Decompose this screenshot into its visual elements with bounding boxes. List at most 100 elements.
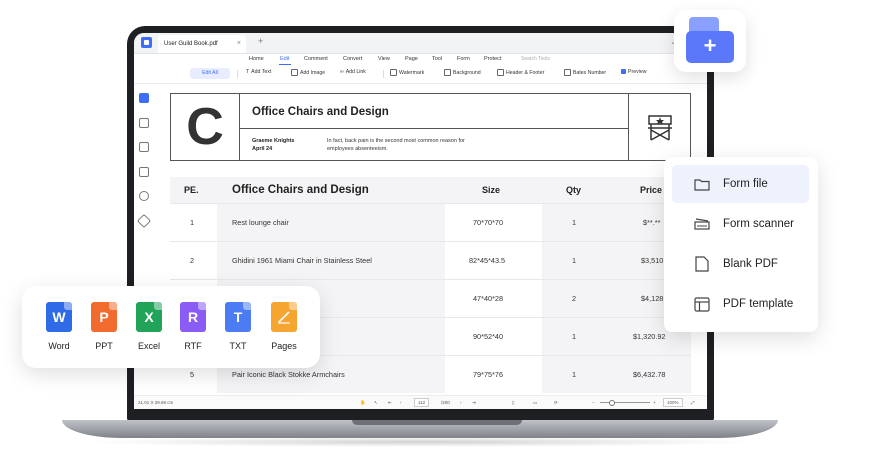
prev-page-icon[interactable]: ‹ <box>400 400 402 405</box>
menu-tool[interactable]: Tool <box>432 56 442 62</box>
fit-page-icon[interactable]: ▭ <box>533 400 537 406</box>
zoom-slider-handle[interactable] <box>609 400 615 406</box>
create-form-file-label: Form file <box>723 178 768 190</box>
create-blank-pdf-label: Blank PDF <box>723 258 778 270</box>
author-name: Graeme Knights <box>252 138 295 144</box>
cell-qty: 1 <box>572 256 577 265</box>
create-pdf-template[interactable]: PDF template <box>672 285 809 323</box>
convert-word[interactable]: W Word <box>39 302 79 351</box>
page-number-input[interactable]: 112 <box>414 398 430 407</box>
create-blank-pdf[interactable]: Blank PDF <box>672 245 809 283</box>
add-image-button[interactable]: Add Image <box>291 69 325 76</box>
create-form-file[interactable]: Form file <box>672 165 809 203</box>
table-row[interactable]: 2 Ghidini 1961 Miami Chair in Stainless … <box>170 241 691 280</box>
convert-ppt-label: PPT <box>95 341 113 351</box>
table-header: PE. Office Chairs and Design Size Qty Pr… <box>170 177 691 203</box>
select-tool-icon[interactable]: ↖ <box>374 400 378 406</box>
author-date: April 24 <box>252 146 273 152</box>
cell-size: 79*75*76 <box>473 370 504 379</box>
menu-home[interactable]: Home <box>249 56 264 62</box>
blank-page-icon <box>695 256 709 272</box>
add-folder-icon: + <box>686 31 734 63</box>
create-pdf-badge[interactable]: + <box>674 10 746 72</box>
menu-convert[interactable]: Convert <box>343 56 362 62</box>
document-author[interactable]: Graeme Knights April 24 <box>252 137 294 153</box>
first-page-icon[interactable]: ⇤ <box>388 400 392 406</box>
next-page-icon[interactable]: › <box>460 400 462 405</box>
thumbnails-icon[interactable] <box>139 93 149 103</box>
zoom-level[interactable]: 100% <box>663 398 683 407</box>
hand-tool-icon[interactable]: ✋ <box>360 400 366 406</box>
cell-price: $1,320.92 <box>633 332 666 341</box>
header-footer-button[interactable]: Header & Footer <box>497 69 544 76</box>
create-form-scanner[interactable]: Form scanner <box>672 205 809 243</box>
header-qty: Qty <box>566 185 582 195</box>
rotate-icon[interactable]: ⟳ <box>554 400 558 406</box>
view-mode-icon[interactable]: ▯ <box>512 400 514 406</box>
bookmark-icon[interactable] <box>139 118 149 128</box>
convert-pages[interactable]: Pages <box>264 302 304 351</box>
add-link-label: Add Link <box>345 69 366 75</box>
menu-form[interactable]: Form <box>457 56 470 62</box>
convert-excel[interactable]: X Excel <box>129 302 169 351</box>
excel-icon: X <box>136 302 162 332</box>
document-logo-letter: C <box>171 94 240 160</box>
app-logo-icon <box>141 37 152 48</box>
zoom-slider[interactable] <box>600 402 650 403</box>
director-chair-icon-cell <box>628 94 691 160</box>
page-total: /200 <box>441 400 450 405</box>
document-description[interactable]: In fact, back pain is the second most co… <box>327 137 487 153</box>
header-footer-label: Header & Footer <box>506 69 545 76</box>
divider <box>237 70 238 78</box>
last-page-icon[interactable]: ⇥ <box>472 400 476 406</box>
menu-view[interactable]: View <box>378 56 390 62</box>
close-icon[interactable]: × <box>237 35 241 53</box>
add-text-button[interactable]: T Add Text <box>246 69 271 75</box>
menu-edit[interactable]: Edit <box>280 56 289 62</box>
cell-name: Ghidini 1961 Miami Chair in Stainless St… <box>232 256 372 265</box>
word-icon: W <box>46 302 72 332</box>
background-button[interactable]: Background <box>444 69 481 76</box>
layers-icon[interactable] <box>136 213 152 229</box>
laptop-notch <box>352 420 522 425</box>
create-menu: Form file Form scanner Blank PDF PDF tem… <box>664 157 818 332</box>
pen-icon <box>278 311 290 324</box>
bates-number-icon <box>564 69 571 76</box>
preview-checkbox[interactable] <box>621 69 626 74</box>
menu-page[interactable]: Page <box>405 56 418 62</box>
cell-price: $**.** <box>643 218 661 227</box>
create-pdf-template-label: PDF template <box>723 298 794 310</box>
menu-protect[interactable]: Protect <box>484 56 501 62</box>
bates-number-button[interactable]: Bates Number <box>564 69 606 76</box>
zoom-out-icon[interactable]: − <box>592 400 595 405</box>
comment-icon[interactable] <box>139 142 149 152</box>
edit-all-button[interactable]: Edit All <box>190 68 230 79</box>
document-title[interactable]: Office Chairs and Design <box>252 106 389 118</box>
convert-rtf[interactable]: R RTF <box>173 302 213 351</box>
pages-icon <box>271 302 297 332</box>
add-link-button[interactable]: ∞ Add Link <box>340 69 366 75</box>
header-pe: PE. <box>184 185 199 195</box>
cell-price: $3,510 <box>641 256 664 265</box>
convert-word-label: Word <box>48 341 70 351</box>
document-tab[interactable]: User Guild Book.pdf × <box>158 35 246 53</box>
director-chair-icon <box>648 115 672 141</box>
convert-excel-label: Excel <box>137 341 160 351</box>
header-size: Size <box>482 185 501 195</box>
add-image-label: Add Image <box>300 69 326 76</box>
scanner-icon <box>694 218 710 230</box>
table-row[interactable]: 1 Rest lounge chair 70*70*70 1 $**.** <box>170 203 691 242</box>
search-icon[interactable] <box>139 191 149 201</box>
attachment-icon[interactable] <box>139 167 149 177</box>
add-tab-icon[interactable]: + <box>258 36 263 46</box>
cell-size: 70*70*70 <box>473 218 504 227</box>
menu-comment[interactable]: Comment <box>304 56 328 62</box>
zoom-in-icon[interactable]: + <box>653 400 656 405</box>
convert-ppt[interactable]: P PPT <box>84 302 124 351</box>
convert-txt[interactable]: T TXT <box>218 302 258 351</box>
search-tools-input[interactable]: Search Tools <box>521 56 550 62</box>
fullscreen-icon[interactable]: ⤢ <box>691 400 695 405</box>
watermark-button[interactable]: Watermark <box>390 69 424 76</box>
cell-size: 82*45*43.5 <box>469 256 506 265</box>
image-icon <box>291 69 298 76</box>
